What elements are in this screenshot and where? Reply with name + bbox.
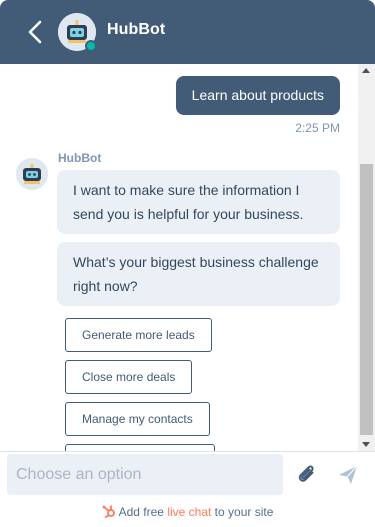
quick-reply-option[interactable] bbox=[65, 444, 215, 451]
chat-widget: HubBot Learn about products 2:25 PM HubB… bbox=[0, 0, 375, 527]
message-timestamp: 2:25 PM bbox=[295, 121, 340, 135]
hubspot-sprocket-icon bbox=[102, 505, 115, 518]
sender-name: HubBot bbox=[58, 151, 102, 165]
message-composer: Add free live chat to your site bbox=[0, 451, 375, 527]
online-status-indicator bbox=[85, 40, 97, 52]
user-message-bubble: Learn about products bbox=[175, 76, 340, 115]
branding-prefix: Add free bbox=[118, 505, 168, 519]
branding-suffix: to your site bbox=[211, 505, 274, 519]
scroll-down-arrow-icon[interactable] bbox=[362, 442, 370, 447]
scrollbar-thumb[interactable] bbox=[360, 164, 373, 435]
bot-avatar-icon bbox=[16, 158, 48, 190]
quick-reply-option[interactable]: Manage my contacts bbox=[65, 402, 210, 436]
bot-message-bubble: I want to make sure the information I se… bbox=[57, 170, 340, 234]
thread-scrollbar[interactable] bbox=[358, 64, 375, 451]
back-arrow-icon[interactable] bbox=[24, 19, 48, 45]
chat-title: HubBot bbox=[107, 21, 166, 38]
powered-by-branding[interactable]: Add free live chat to your site bbox=[0, 504, 375, 519]
quick-reply-option[interactable]: Generate more leads bbox=[65, 318, 212, 352]
bot-message-bubble: What’s your biggest business challenge r… bbox=[57, 242, 340, 306]
scroll-up-arrow-icon[interactable] bbox=[362, 68, 370, 73]
send-icon[interactable] bbox=[336, 463, 360, 487]
branding-link[interactable]: live chat bbox=[167, 505, 211, 519]
bot-avatar bbox=[58, 13, 97, 52]
quick-reply-option[interactable]: Close more deals bbox=[65, 360, 193, 394]
paperclip-icon[interactable] bbox=[294, 462, 320, 488]
message-input[interactable] bbox=[7, 454, 283, 495]
sender-avatar bbox=[16, 158, 48, 190]
chat-header: HubBot bbox=[0, 0, 375, 64]
message-thread: Learn about products 2:25 PM HubBot I wa… bbox=[0, 64, 358, 451]
